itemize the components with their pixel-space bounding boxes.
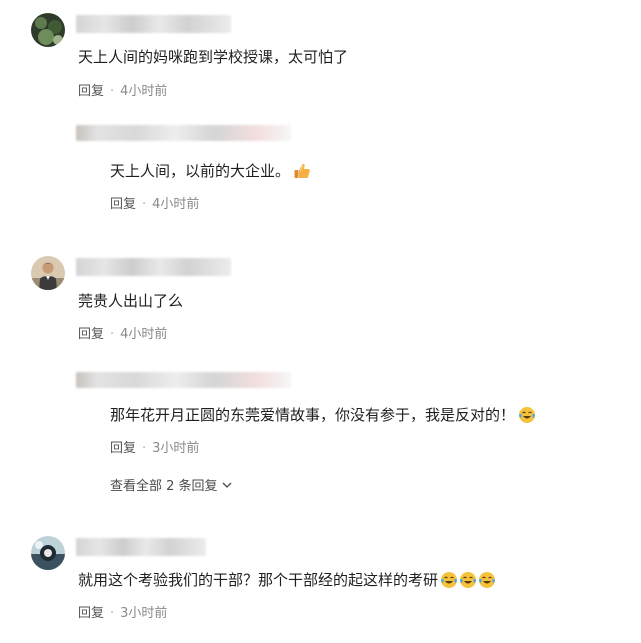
avatar[interactable]	[31, 256, 65, 290]
reply-text-content: 那年花开月正圆的东莞爱情故事，你没有参于，我是反对的！	[110, 406, 516, 424]
crying-laugh-icon	[518, 406, 536, 430]
comment-text: 天上人间的妈咪跑到学校授课，太可怕了	[78, 48, 349, 66]
reply-meta: 回复 · 3小时前	[110, 440, 199, 458]
username-blurred[interactable]	[76, 538, 206, 556]
separator-dot: ·	[110, 327, 115, 342]
chevron-down-icon	[222, 477, 232, 495]
timestamp: 4小时前	[152, 197, 200, 212]
timestamp: 4小时前	[120, 84, 168, 99]
separator-dot: ·	[142, 197, 147, 212]
separator-dot: ·	[110, 84, 115, 99]
comment-meta: 回复 · 3小时前	[78, 605, 167, 623]
comment-text: 莞贵人出山了么	[78, 292, 184, 310]
username-blurred[interactable]	[76, 372, 291, 388]
reply-text: 那年花开月正圆的东莞爱情故事，你没有参于，我是反对的！	[110, 404, 536, 430]
separator-dot: ·	[142, 441, 147, 456]
comment-meta: 回复 · 4小时前	[78, 326, 167, 344]
comment-text-content: 就用这个考验我们的干部？那个干部经的起这样的考研	[78, 571, 439, 589]
avatar[interactable]	[31, 13, 65, 47]
separator-dot: ·	[110, 606, 115, 621]
view-all-replies-button[interactable]: 查看全部 2 条回复	[110, 477, 232, 496]
view-all-replies-label: 查看全部 2 条回复	[110, 479, 218, 494]
timestamp: 3小时前	[120, 606, 168, 621]
reply-button[interactable]: 回复	[78, 84, 104, 99]
reply-button[interactable]: 回复	[78, 606, 104, 621]
comment-meta: 回复 · 4小时前	[78, 83, 167, 101]
comment-text: 就用这个考验我们的干部？那个干部经的起这样的考研	[78, 569, 496, 595]
username-blurred[interactable]	[76, 15, 231, 33]
crying-laugh-icon	[440, 571, 458, 595]
reply-meta: 回复 · 4小时前	[110, 196, 199, 214]
crying-laugh-icon	[478, 571, 496, 595]
crying-laugh-icon	[459, 571, 477, 595]
username-blurred[interactable]	[76, 258, 231, 276]
reply-button[interactable]: 回复	[110, 441, 136, 456]
reply-text: 天上人间，以前的大企业。	[110, 160, 311, 186]
reply-text-content: 天上人间，以前的大企业。	[110, 162, 291, 180]
timestamp: 3小时前	[152, 441, 200, 456]
username-blurred[interactable]	[76, 125, 291, 141]
timestamp: 4小时前	[120, 327, 168, 342]
reply-button[interactable]: 回复	[78, 327, 104, 342]
thumbs-up-icon	[293, 162, 311, 186]
reply-button[interactable]: 回复	[110, 197, 136, 212]
avatar[interactable]	[31, 536, 65, 570]
